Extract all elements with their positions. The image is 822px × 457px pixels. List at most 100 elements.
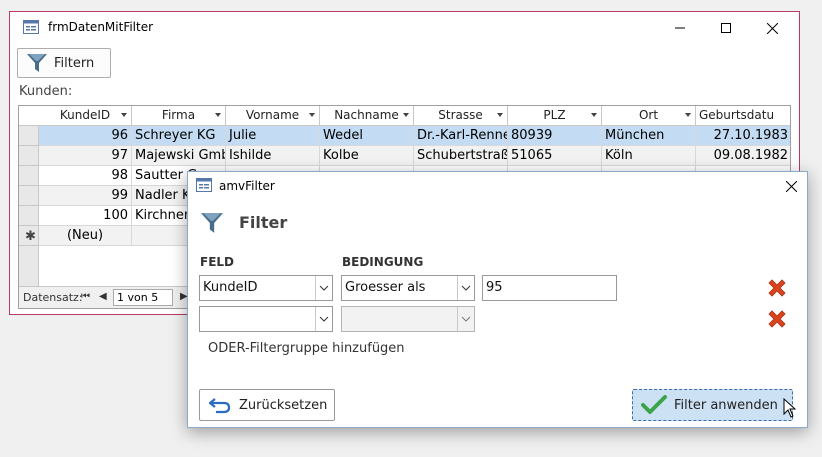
column-header-label: Ort <box>638 108 659 122</box>
column-header-label: Vorname <box>245 108 300 122</box>
delete-icon <box>768 279 786 297</box>
kunden-label: Kunden: <box>19 84 73 99</box>
table-cell[interactable]: Ishilde <box>226 146 320 166</box>
form-icon <box>23 20 39 34</box>
chevron-down-icon[interactable] <box>315 307 332 331</box>
delete-icon <box>768 310 786 328</box>
close-button[interactable] <box>749 16 795 40</box>
dialog-heading: Filter <box>239 213 288 232</box>
funnel-icon <box>27 54 47 72</box>
main-window-title: frmDatenMitFilter <box>48 20 154 34</box>
filtern-button-label: Filtern <box>54 55 95 71</box>
column-header-label: Nachname <box>334 108 399 122</box>
table-cell[interactable]: Schreyer KG <box>132 126 226 146</box>
minimize-icon <box>675 27 685 29</box>
record-nav-label: Datensatz: <box>23 291 83 304</box>
chevron-down-icon[interactable] <box>121 113 127 117</box>
column-header-vorname[interactable]: Vorname <box>226 106 320 126</box>
record-position-input[interactable]: 1 von 5 <box>113 289 173 306</box>
record-selector-new[interactable]: ✱ <box>19 226 39 246</box>
wert-input-1[interactable]: 95 <box>482 275 617 301</box>
record-selector[interactable] <box>19 166 39 186</box>
table-cell[interactable]: 51065 <box>508 146 602 166</box>
table-cell[interactable]: 80939 <box>508 126 602 146</box>
chevron-down-icon[interactable] <box>457 276 474 300</box>
record-selector-column: ✱ <box>19 126 39 286</box>
delete-row-button-2[interactable] <box>765 307 789 331</box>
bedingung-label: BEDINGUNG <box>342 255 424 269</box>
table-cell[interactable]: Köln <box>602 146 696 166</box>
table-cell[interactable]: Wedel <box>320 126 414 146</box>
feld-combobox-1[interactable]: KundeID <box>199 275 333 301</box>
record-selector[interactable] <box>19 146 39 166</box>
reset-button[interactable]: Zurücksetzen <box>199 389 335 421</box>
column-header-label: Geburtsdatu <box>699 108 775 122</box>
table-cell[interactable]: 96 <box>39 126 132 146</box>
funnel-icon <box>201 213 223 233</box>
table-cell[interactable]: 97 <box>39 146 132 166</box>
record-selector[interactable] <box>19 206 39 226</box>
maximize-icon <box>721 23 731 33</box>
table-cell[interactable]: (Neu) <box>39 226 132 246</box>
table-cell[interactable]: München <box>602 126 696 146</box>
chevron-down-icon[interactable] <box>457 307 474 331</box>
table-cell[interactable]: Julie <box>226 126 320 146</box>
close-icon <box>785 180 797 192</box>
minimize-button[interactable] <box>657 16 703 40</box>
table-cell[interactable]: 98 <box>39 166 132 186</box>
table-cell[interactable]: Schubertstraße <box>414 146 508 166</box>
column-header-kundeid[interactable]: KundeID <box>39 106 132 126</box>
chevron-down-icon[interactable] <box>315 276 332 300</box>
column-header-plz[interactable]: PLZ <box>508 106 602 126</box>
record-selector[interactable] <box>19 186 39 206</box>
main-titlebar[interactable]: frmDatenMitFilter <box>10 12 799 44</box>
column-header-ort[interactable]: Ort <box>602 106 696 126</box>
chevron-down-icon[interactable] <box>309 113 315 117</box>
record-selector[interactable] <box>19 126 39 146</box>
apply-filter-button-label: Filter anwenden <box>674 397 778 413</box>
dialog-title: amvFilter <box>219 179 275 193</box>
chevron-down-icon[interactable] <box>591 113 597 117</box>
new-record-icon: ✱ <box>25 229 36 244</box>
table-row[interactable]: 97 Majewski Gmb Ishilde Kolbe Schubertstraße… <box>39 146 790 166</box>
table-cell[interactable]: 27.10.1983 <box>696 126 790 146</box>
form-icon <box>196 178 212 192</box>
table-cell[interactable]: 100 <box>39 206 132 226</box>
bedingung-combobox-1[interactable]: Groesser als <box>341 275 475 301</box>
column-header-label: Firma <box>161 108 196 122</box>
feld-value-1: KundeID <box>203 280 258 295</box>
dialog-close-button[interactable] <box>778 175 804 197</box>
column-header-row: KundeID Firma Vorname Nachname Strasse P… <box>19 106 790 126</box>
table-cell[interactable]: 09.08.1982 <box>696 146 790 166</box>
filtern-button[interactable]: Filtern <box>17 48 111 78</box>
undo-arrow-icon <box>208 398 231 414</box>
maximize-button[interactable] <box>703 16 749 40</box>
apply-filter-button[interactable]: Filter anwenden <box>632 389 793 421</box>
bedingung-value-1: Groesser als <box>345 280 426 295</box>
table-cell[interactable]: 99 <box>39 186 132 206</box>
delete-row-button-1[interactable] <box>765 276 789 300</box>
column-header-nachname[interactable]: Nachname <box>320 106 414 126</box>
bedingung-combobox-2[interactable] <box>341 306 475 332</box>
wert-value-1: 95 <box>486 280 503 295</box>
table-row[interactable]: 96 Schreyer KG Julie Wedel Dr.-Karl-Renne 809… <box>39 126 790 146</box>
add-or-group-link[interactable]: ODER-Filtergruppe hinzufügen <box>208 341 405 356</box>
previous-record-button[interactable]: ◀ <box>99 291 107 302</box>
column-header-geburtsdatum[interactable]: Geburtsdatu <box>696 106 790 126</box>
chevron-down-icon[interactable] <box>497 113 503 117</box>
column-header-strasse[interactable]: Strasse <box>414 106 508 126</box>
reset-button-label: Zurücksetzen <box>239 397 328 413</box>
filter-dialog: amvFilter Filter FELD BEDINGUNG KundeID … <box>187 171 808 428</box>
checkmark-icon <box>641 395 667 414</box>
chevron-down-icon[interactable] <box>685 113 691 117</box>
feld-combobox-2[interactable] <box>199 306 333 332</box>
table-cell[interactable]: Kolbe <box>320 146 414 166</box>
feld-label: FELD <box>200 255 235 269</box>
first-record-button[interactable]: ⏮ <box>81 291 90 302</box>
table-cell[interactable]: Majewski Gmb <box>132 146 226 166</box>
chevron-down-icon[interactable] <box>403 113 409 117</box>
column-header-label: Strasse <box>438 108 483 122</box>
table-cell[interactable]: Dr.-Karl-Renne <box>414 126 508 146</box>
column-header-firma[interactable]: Firma <box>132 106 226 126</box>
chevron-down-icon[interactable] <box>215 113 221 117</box>
